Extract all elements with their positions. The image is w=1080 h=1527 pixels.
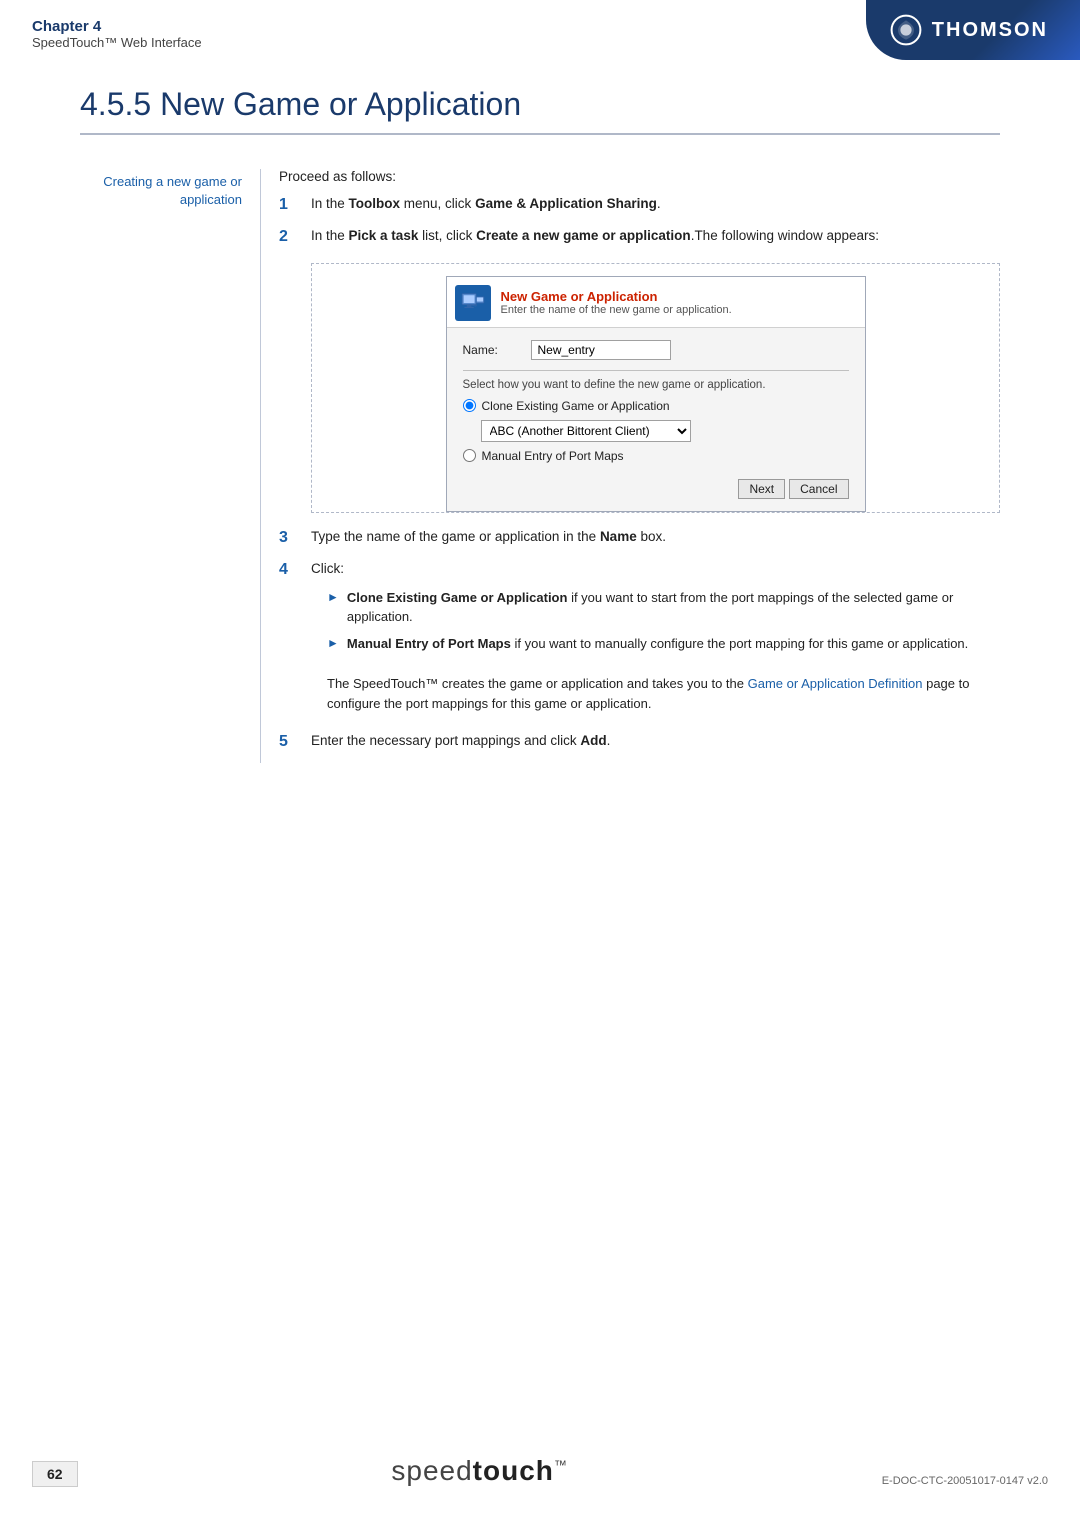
sub-step-2-arrow: ► [327,636,339,650]
step-2: 2 In the Pick a task list, click Create … [279,226,1000,248]
footer-brand-super: ™ [554,1458,568,1473]
dialog-wrapper: New Game or Application Enter the name o… [311,263,1000,513]
footer-center: speedtouch™ [391,1455,568,1487]
dialog-radio1[interactable] [463,399,476,412]
steps-list: 1 In the Toolbox menu, click Game & Appl… [279,194,1000,249]
footer-brand: speedtouch™ [391,1455,568,1487]
dialog-radio1-label: Clone Existing Game or Application [482,399,670,413]
dialog-title-text: New Game or Application Enter the name o… [501,289,732,316]
dialog-box: New Game or Application Enter the name o… [446,276,866,512]
dialog-radio2-label: Manual Entry of Port Maps [482,449,624,463]
dialog-title-main: New Game or Application [501,289,732,304]
step-2-number: 2 [279,226,303,248]
chapter-subtitle: SpeedTouch™ Web Interface [32,35,202,50]
thomson-icon [890,14,922,46]
doc-content: Proceed as follows: 1 In the Toolbox men… [260,169,1000,763]
step-2-text: In the Pick a task list, click Create a … [311,226,1000,246]
dialog-title-bar: New Game or Application Enter the name o… [447,277,865,328]
step-1-number: 1 [279,194,303,216]
note-link[interactable]: Game or Application Definition [748,676,923,691]
dialog-select-label: Select how you want to define the new ga… [463,379,849,391]
sub-step-1-arrow: ► [327,590,339,604]
note-text-before: The SpeedTouch™ creates the game or appl… [327,676,748,691]
step-4-text: Click: [311,559,344,579]
step-1: 1 In the Toolbox menu, click Game & Appl… [279,194,1000,216]
page-footer: 62 speedtouch™ E-DOC-CTC-20051017-0147 v… [0,1455,1080,1487]
dialog-next-button[interactable]: Next [738,479,785,499]
dialog-radio2-row: Manual Entry of Port Maps [463,449,849,463]
sidebar: Creating a new game or application [80,169,260,763]
dialog-radio1-row: Clone Existing Game or Application [463,399,849,413]
dialog-dropdown-row: ABC (Another Bittorent Client) [481,420,849,442]
dialog-title-sub: Enter the name of the new game or applic… [501,304,732,316]
page-title-text: 4.5.5 New Game or Application [80,86,521,122]
footer-brand-bold: touch [473,1455,554,1486]
dialog-name-input[interactable] [531,340,671,360]
step-4-number: 4 [279,559,303,581]
step-3: 3 Type the name of the game or applicati… [279,527,1000,549]
dialog-radio2[interactable] [463,449,476,462]
step-5-number: 5 [279,731,303,753]
thomson-logo-area: THOMSON [866,0,1080,60]
dialog-buttons: Next Cancel [463,473,849,499]
sidebar-heading: Creating a new game or application [80,173,242,209]
step-3-number: 3 [279,527,303,549]
dialog-icon-svg [459,289,487,317]
sub-step-2: ► Manual Entry of Port Maps if you want … [311,634,1000,654]
dialog-body: Name: Select how you want to define the … [447,328,865,511]
header-left: Chapter 4 SpeedTouch™ Web Interface [32,18,202,50]
sub-step-1: ► Clone Existing Game or Application if … [311,588,1000,627]
footer-brand-regular: speed [391,1455,472,1486]
proceed-text: Proceed as follows: [279,169,1000,184]
step-3-text: Type the name of the game or application… [311,527,1000,547]
steps-list-2: 3 Type the name of the game or applicati… [279,527,1000,754]
dialog-field-row: Name: [463,340,849,360]
dialog-icon [455,285,491,321]
footer-doc-number: E-DOC-CTC-20051017-0147 v2.0 [882,1475,1048,1487]
step-5-text: Enter the necessary port mappings and cl… [311,731,1000,751]
sub-steps-list: ► Clone Existing Game or Application if … [311,588,1000,661]
thomson-label: THOMSON [932,19,1048,42]
content-area: Creating a new game or application Proce… [0,169,1080,763]
sub-step-2-text: Manual Entry of Port Maps if you want to… [347,634,968,654]
note-text: The SpeedTouch™ creates the game or appl… [311,674,1000,713]
page-title: 4.5.5 New Game or Application [80,86,1000,135]
dialog-cancel-button[interactable]: Cancel [789,479,848,499]
dialog-dropdown[interactable]: ABC (Another Bittorent Client) [481,420,691,442]
step-4: 4 Click: ► Clone Existing Game or Applic… [279,559,1000,721]
footer-page-number: 62 [32,1461,78,1487]
chapter-title: Chapter 4 [32,18,202,35]
sub-step-1-text: Clone Existing Game or Application if yo… [347,588,1000,627]
dialog-name-label: Name: [463,343,523,357]
dialog-separator [463,370,849,371]
step-5: 5 Enter the necessary port mappings and … [279,731,1000,753]
step-1-text: In the Toolbox menu, click Game & Applic… [311,194,1000,214]
page-title-section: 4.5.5 New Game or Application [0,50,1080,145]
